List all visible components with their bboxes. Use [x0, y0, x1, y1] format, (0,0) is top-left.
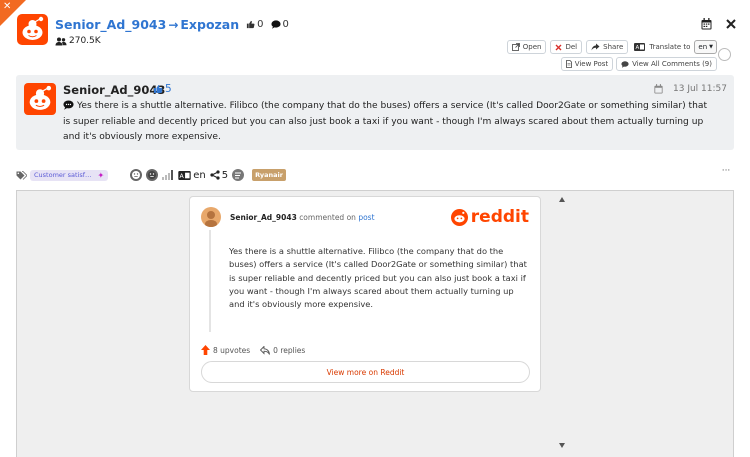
header-comments: 0 — [270, 19, 289, 30]
reddit-logo-text: reddit — [470, 207, 529, 227]
header-line: Senior_Ad_9043 → Expozan 0 0 — [55, 17, 289, 32]
arrow-right-icon: → — [168, 17, 179, 32]
reddit-alien-icon — [450, 208, 468, 226]
embed-commented-on: commented on — [299, 213, 356, 222]
translate-label: A Translate to — [634, 43, 690, 51]
translate-icon: A — [634, 43, 646, 51]
member-count: 270.5K — [55, 36, 101, 46]
scroll-down-icon[interactable] — [559, 443, 565, 448]
delete-button[interactable]: Del — [550, 40, 583, 54]
scroll-up-icon[interactable] — [559, 197, 565, 202]
comment-vote-count: 5 — [165, 83, 172, 95]
secondary-toolbar: View Post View All Comments (9) — [560, 57, 717, 71]
share-count: 5 — [210, 170, 228, 181]
view-more-on-reddit-button[interactable]: View more on Reddit — [201, 361, 530, 383]
header-upvote-count: 0 — [257, 19, 264, 30]
sentiment-face-icon — [146, 169, 159, 181]
view-post-label: View Post — [574, 60, 609, 68]
embed-replies[interactable]: 0 replies — [260, 345, 306, 355]
external-link-icon — [511, 43, 520, 51]
comment-bubble-icon — [270, 20, 281, 29]
action-toolbar: Open Del Share A Translate to en ▼ — [506, 40, 717, 54]
share-count-value: 5 — [221, 169, 229, 181]
signal-bars-icon — [162, 170, 174, 180]
category-tag[interactable]: Customer satisf… ✦ — [30, 169, 109, 181]
delete-label: Del — [565, 43, 578, 51]
document-icon — [565, 60, 572, 68]
embed-author-avatar[interactable] — [201, 207, 221, 227]
toggle-circle-button[interactable] — [718, 48, 731, 61]
comment-votes: 5 — [153, 83, 172, 95]
embed-author[interactable]: Senior_Ad_9043 — [230, 213, 297, 222]
upvote-arrow-icon — [201, 345, 210, 355]
embed-header: Senior_Ad_9043 commented on post — [230, 213, 375, 222]
comment-icon — [621, 60, 629, 68]
scrollbar[interactable] — [558, 197, 567, 457]
meta-icons: A en 5 Ryanair — [130, 169, 286, 181]
share-label: Share — [603, 43, 624, 51]
embed-post-link[interactable]: post — [358, 213, 374, 222]
reddit-embed-card: Senior_Ad_9043 commented on post reddit … — [189, 196, 541, 392]
calendar-icon[interactable] — [701, 18, 712, 30]
tag-plus-icon[interactable]: ✦ — [98, 171, 105, 180]
embed-actions: 8 upvotes 0 replies — [201, 345, 305, 355]
reddit-logo[interactable]: reddit — [450, 207, 529, 227]
header-upvotes: 0 — [246, 19, 264, 30]
page: ✕ Senior_Ad_9043 → Expozan 0 0 270.5K Op… — [0, 0, 750, 457]
subreddit-link[interactable]: Senior_Ad_9043 — [55, 17, 166, 32]
language-indicator: A en — [178, 170, 206, 181]
thumbs-up-icon — [154, 85, 163, 93]
open-label: Open — [522, 43, 542, 51]
reply-icon — [260, 345, 271, 355]
embed-upvotes-text: 8 upvotes — [213, 345, 251, 355]
share-arrow-icon — [591, 43, 600, 51]
author-avatar[interactable] — [24, 83, 56, 115]
view-all-comments-button[interactable]: View All Comments (9) — [616, 57, 717, 71]
chevron-down-icon: ▼ — [709, 44, 713, 50]
users-icon — [55, 37, 67, 45]
language-value: en — [698, 43, 708, 51]
translate-text: Translate to — [649, 43, 691, 51]
text-lines-icon — [232, 169, 245, 181]
embed-replies-text: 0 replies — [273, 345, 306, 355]
thread-line — [209, 230, 211, 332]
view-all-label: View All Comments (9) — [632, 60, 712, 68]
share-nodes-icon — [210, 170, 220, 180]
more-options-button[interactable]: ··· — [718, 167, 734, 179]
comment-date: 13 Jul 11:57 — [654, 84, 727, 94]
tags-icon — [16, 170, 27, 180]
category-tag-label: Customer satisf… — [34, 171, 92, 179]
comment-bubble-icon — [63, 100, 74, 110]
open-button[interactable]: Open — [506, 40, 547, 54]
top-icons — [701, 18, 736, 30]
comment-card: Senior_Ad_9043 5 13 Jul 11:57 Yes there … — [16, 75, 734, 150]
member-count-value: 270.5K — [69, 36, 101, 46]
brand-badge[interactable]: Ryanair — [252, 169, 286, 181]
thumbs-up-icon — [247, 20, 255, 29]
comment-author[interactable]: Senior_Ad_9043 — [63, 83, 165, 97]
embed-upvotes[interactable]: 8 upvotes — [201, 345, 250, 355]
comment-text-block: Yes there is a shuttle alternative. Fili… — [63, 99, 713, 146]
subreddit-avatar[interactable] — [17, 14, 48, 45]
sentiment-neutral-icon — [130, 169, 143, 181]
translate-icon: A — [178, 170, 191, 180]
x-icon — [555, 44, 562, 50]
comment-date-text: 13 Jul 11:57 — [673, 84, 727, 94]
view-post-button[interactable]: View Post — [560, 57, 614, 71]
target-link[interactable]: Expozan — [180, 17, 239, 32]
embed-body: Yes there is a shuttle alternative. Fili… — [229, 246, 527, 310]
svg-text:A: A — [636, 45, 640, 51]
header-comment-count: 0 — [282, 19, 289, 30]
close-icon[interactable] — [726, 19, 736, 29]
close-corner-icon[interactable]: ✕ — [3, 1, 11, 12]
language-select[interactable]: en ▼ — [694, 40, 717, 54]
share-button[interactable]: Share — [586, 40, 629, 54]
comment-text: Yes there is a shuttle alternative. Fili… — [63, 101, 708, 142]
language-code: en — [193, 169, 206, 181]
meta-row: Customer satisf… ✦ A en 5 Ryanair — [16, 168, 286, 182]
calendar-icon — [654, 84, 663, 94]
